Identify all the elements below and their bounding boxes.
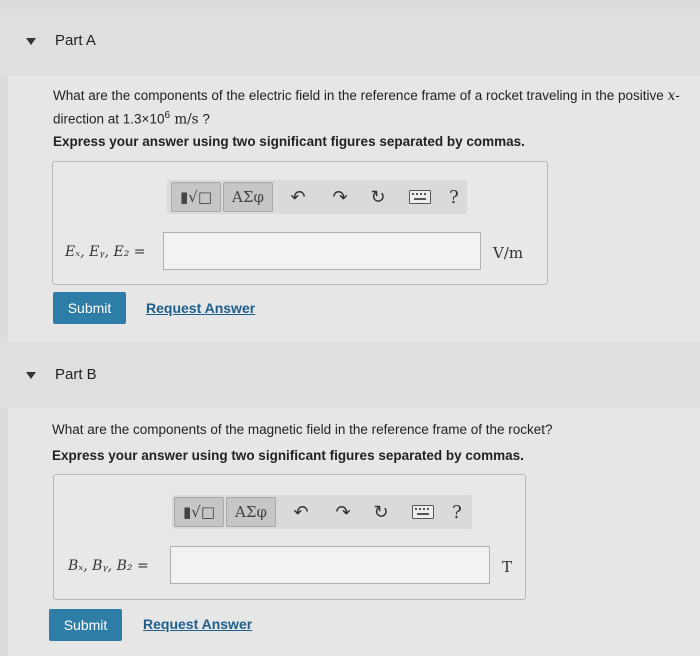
- greek-symbols-button[interactable]: ΑΣφ: [226, 497, 276, 527]
- part-b-request-answer-link[interactable]: Request Answer: [143, 616, 252, 632]
- part-a-header[interactable]: Part A: [0, 10, 700, 76]
- help-icon[interactable]: ?: [441, 184, 467, 210]
- part-a-answer-box: ▮√□ ΑΣφ ↶ ↷ ↻ ? Eₓ, Eᵧ, E₂ = V/m: [52, 161, 548, 285]
- greek-symbols-button[interactable]: ΑΣφ: [223, 182, 273, 212]
- part-b-answer-input[interactable]: [170, 546, 490, 584]
- reset-icon[interactable]: ↻: [365, 184, 391, 210]
- undo-icon[interactable]: ↶: [288, 499, 314, 525]
- part-a-unit: V/m: [493, 244, 524, 262]
- math-toolbar: ▮√□ ΑΣφ ↶ ↷ ↻ ?: [172, 495, 472, 529]
- redo-icon[interactable]: ↷: [330, 499, 356, 525]
- math-toolbar: ▮√□ ΑΣφ ↶ ↷ ↻ ?: [167, 180, 467, 214]
- keyboard-icon[interactable]: [410, 499, 436, 525]
- part-b-body: What are the components of the magnetic …: [8, 408, 700, 656]
- keyboard-icon[interactable]: [407, 184, 433, 210]
- part-b-instruction: Express your answer using two significan…: [52, 448, 524, 463]
- part-b-question: What are the components of the magnetic …: [52, 422, 553, 437]
- templates-button[interactable]: ▮√□: [174, 497, 224, 527]
- help-icon[interactable]: ?: [444, 499, 470, 525]
- part-b-answer-box: ▮√□ ΑΣφ ↶ ↷ ↻ ? Bₓ, Bᵧ, B₂ = T: [53, 474, 526, 600]
- part-a-submit-button[interactable]: Submit: [53, 292, 126, 324]
- part-a-title: Part A: [55, 32, 96, 49]
- templates-button[interactable]: ▮√□: [171, 182, 221, 212]
- part-a-question: What are the components of the electric …: [53, 88, 680, 128]
- part-b-submit-button[interactable]: Submit: [49, 609, 122, 641]
- collapse-caret-icon[interactable]: [26, 372, 36, 379]
- reset-icon[interactable]: ↻: [368, 499, 394, 525]
- part-a-request-answer-link[interactable]: Request Answer: [146, 300, 255, 316]
- part-b-title: Part B: [55, 366, 97, 383]
- part-a-answer-input[interactable]: [163, 232, 481, 270]
- redo-icon[interactable]: ↷: [327, 184, 353, 210]
- part-a-body: What are the components of the electric …: [8, 76, 700, 356]
- part-b-answer-label: Bₓ, Bᵧ, B₂ =: [68, 558, 149, 574]
- part-a-answer-label: Eₓ, Eᵧ, E₂ =: [65, 244, 146, 260]
- undo-icon[interactable]: ↶: [285, 184, 311, 210]
- part-b-unit: T: [502, 558, 513, 576]
- collapse-caret-icon[interactable]: [26, 38, 36, 45]
- part-a-instruction: Express your answer using two significan…: [53, 134, 525, 149]
- part-b-header[interactable]: Part B: [0, 342, 700, 408]
